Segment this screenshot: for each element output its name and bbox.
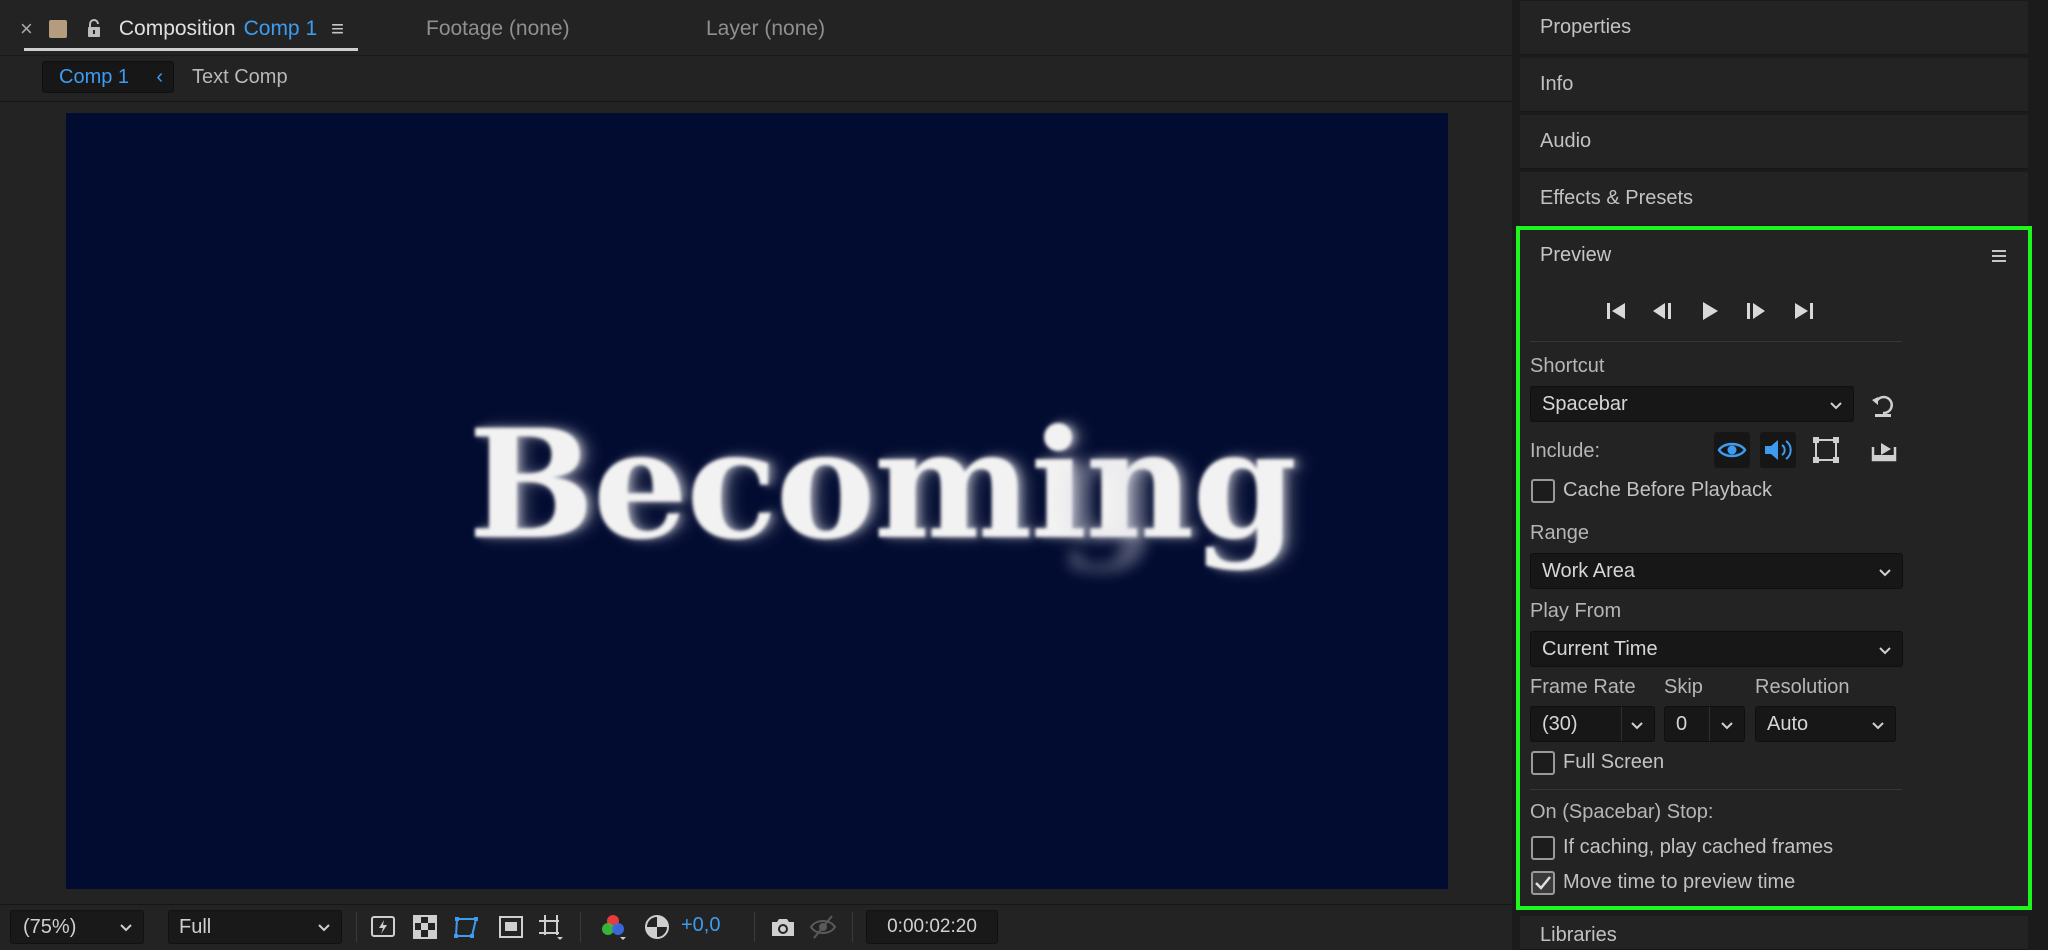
resolution-preview-value: Auto [1767, 712, 1809, 735]
play-from-dropdown[interactable]: Current Time [1530, 631, 1903, 667]
move-time-checkbox[interactable] [1531, 871, 1555, 895]
include-overlays-toggle[interactable] [1808, 432, 1844, 468]
toolbar-divider [580, 912, 581, 942]
show-snapshot-icon[interactable] [808, 912, 838, 942]
skip-value: 0 [1676, 712, 1688, 735]
include-video-toggle[interactable] [1714, 432, 1750, 468]
color-channels-icon[interactable] [598, 912, 628, 942]
chevron-down-icon [1721, 722, 1733, 730]
chevron-down-icon [1872, 722, 1884, 730]
range-dropdown[interactable]: Work Area [1530, 553, 1903, 589]
panel-menu-icon[interactable] [1990, 246, 2008, 266]
playback-controls [1600, 294, 1900, 328]
mask-visibility-icon[interactable] [452, 912, 482, 942]
skip-dropdown[interactable]: 0 [1664, 706, 1745, 742]
next-frame-button[interactable] [1740, 294, 1772, 328]
panel-properties[interactable]: Properties [1520, 1, 2028, 55]
full-screen-label: Full Screen [1563, 751, 1665, 773]
panel-libraries[interactable]: Libraries [1520, 916, 2028, 950]
canvas-motion-blur-ghost: g [1056, 399, 1161, 575]
range-value: Work Area [1542, 559, 1635, 582]
chevron-down-icon [1879, 647, 1891, 655]
play-from-value: Current Time [1542, 637, 1658, 660]
previous-frame-button[interactable] [1646, 294, 1678, 328]
if-caching-checkbox[interactable] [1531, 836, 1555, 860]
speaker-icon [1765, 440, 1792, 460]
tab-composition-name: Comp 1 [243, 17, 318, 40]
on-stop-label: On (Spacebar) Stop: [1530, 801, 1714, 823]
full-screen-checkbox[interactable] [1531, 751, 1555, 775]
comp-color-swatch-icon [48, 20, 67, 38]
include-audio-toggle[interactable] [1760, 432, 1796, 468]
resolution-preview-dropdown[interactable]: Auto [1755, 706, 1896, 742]
breadcrumb-item-comp-1[interactable]: Comp 1 ‹ [42, 61, 174, 93]
chevron-left-icon: ‹ [156, 66, 163, 88]
dropdown-split [1709, 707, 1710, 741]
chevron-down-icon [1879, 569, 1891, 577]
tab-composition-prefix: Composition [118, 17, 236, 40]
breadcrumb-item-text-comp[interactable]: Text Comp [192, 62, 288, 92]
overlay-bounds-icon [1813, 437, 1839, 463]
panel-audio[interactable]: Audio [1520, 115, 2028, 169]
tab-composition[interactable]: × Composition Comp 1 ≡ [20, 12, 344, 46]
current-time-display[interactable]: 0:00:02:20 [866, 910, 998, 944]
shortcut-value: Spacebar [1542, 392, 1628, 415]
preview-panel-title: Preview [1540, 244, 1612, 266]
preview-divider [1530, 789, 1902, 790]
first-frame-button[interactable] [1600, 294, 1632, 328]
tab-footage[interactable]: Footage (none) [426, 12, 570, 46]
toolbar-divider [852, 912, 853, 942]
shortcut-label: Shortcut [1530, 355, 1605, 377]
toolbar-divider [754, 912, 755, 942]
panel-effects-presets[interactable]: Effects & Presets [1520, 172, 2028, 226]
chevron-down-icon [318, 924, 330, 932]
chevron-down-icon [1631, 722, 1643, 730]
play-button[interactable] [1694, 294, 1726, 328]
magnification-dropdown[interactable]: (75%) [10, 910, 144, 944]
resolution-value: Full [179, 915, 212, 938]
composition-canvas[interactable]: Becoming g [66, 113, 1448, 889]
cache-before-playback-label: Cache Before Playback [1563, 479, 1773, 501]
breadcrumb-label: Comp 1 [59, 65, 130, 88]
tab-menu-icon[interactable]: ≡ [331, 16, 344, 42]
active-tab-indicator [24, 48, 358, 51]
toolbar-divider [356, 912, 357, 942]
skip-label: Skip [1664, 676, 1703, 698]
shortcut-dropdown[interactable]: Spacebar [1530, 386, 1854, 422]
close-icon[interactable]: × [20, 16, 33, 42]
eye-icon [1717, 442, 1747, 458]
canvas-text: Becoming [468, 397, 1297, 573]
play-from-label: Play From [1530, 600, 1622, 622]
tab-layer[interactable]: Layer (none) [706, 12, 825, 46]
frame-rate-label: Frame Rate [1530, 676, 1636, 698]
frame-rate-value: (30) [1542, 712, 1578, 735]
transparency-grid-icon[interactable] [410, 912, 440, 942]
chevron-down-icon [120, 924, 132, 932]
fast-previews-icon[interactable] [368, 912, 398, 942]
checkmark-icon [1535, 876, 1551, 890]
reset-shortcut-icon[interactable] [1868, 390, 1898, 420]
cache-before-playback-checkbox[interactable] [1531, 479, 1555, 503]
camera-snapshot-icon[interactable] [768, 912, 798, 942]
preview-divider [1530, 341, 1902, 342]
dropdown-split [1621, 707, 1622, 741]
reset-exposure-icon[interactable] [642, 912, 672, 942]
export-preview-icon[interactable] [1866, 432, 1902, 468]
chevron-down-icon [1830, 402, 1842, 410]
lock-icon[interactable] [83, 18, 105, 40]
move-time-label: Move time to preview time [1563, 871, 1796, 893]
include-label: Include: [1530, 440, 1601, 462]
exposure-value[interactable]: +0,0 [681, 914, 720, 937]
if-caching-label: If caching, play cached frames [1563, 836, 1834, 858]
grid-guides-icon[interactable] [536, 912, 566, 942]
region-of-interest-icon[interactable] [496, 912, 526, 942]
range-label: Range [1530, 522, 1589, 544]
resolution-dropdown[interactable]: Full [168, 910, 342, 944]
resolution-label: Resolution [1755, 676, 1850, 698]
frame-rate-dropdown[interactable]: (30) [1530, 706, 1655, 742]
last-frame-button[interactable] [1788, 294, 1820, 328]
magnification-value: (75%) [23, 915, 77, 938]
panel-info[interactable]: Info [1520, 58, 2028, 112]
